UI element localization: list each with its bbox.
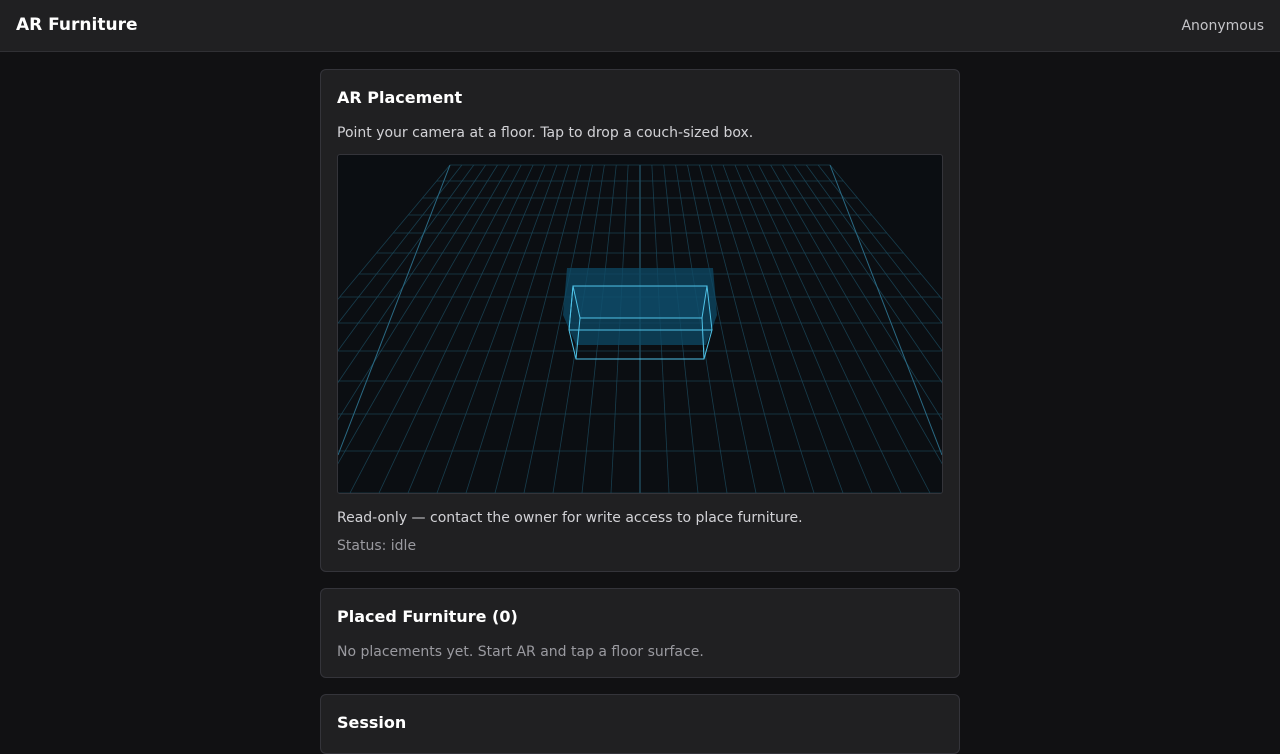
placed-furniture-title: Placed Furniture (0): [337, 607, 518, 626]
ar-instruction: Point your camera at a floor. Tap to dro…: [337, 125, 754, 141]
app-title: AR Furniture: [16, 15, 138, 35]
readonly-note: Read-only — contact the owner for write …: [337, 510, 803, 526]
status-text: Status: idle: [337, 538, 417, 554]
placed-furniture-card: Placed Furniture (0) No placements yet. …: [320, 588, 960, 678]
ar-placement-card: AR Placement Point your camera at a floo…: [320, 69, 960, 572]
ar-scene[interactable]: [338, 155, 942, 493]
placed-furniture-empty: No placements yet. Start AR and tap a fl…: [337, 644, 704, 660]
session-card: Session: [320, 694, 960, 754]
session-title: Session: [337, 713, 407, 732]
top-bar: AR Furniture Anonymous: [0, 0, 1280, 52]
ar-viewport[interactable]: [337, 154, 943, 494]
ar-placement-title: AR Placement: [337, 88, 463, 107]
user-name[interactable]: Anonymous: [1181, 17, 1264, 35]
